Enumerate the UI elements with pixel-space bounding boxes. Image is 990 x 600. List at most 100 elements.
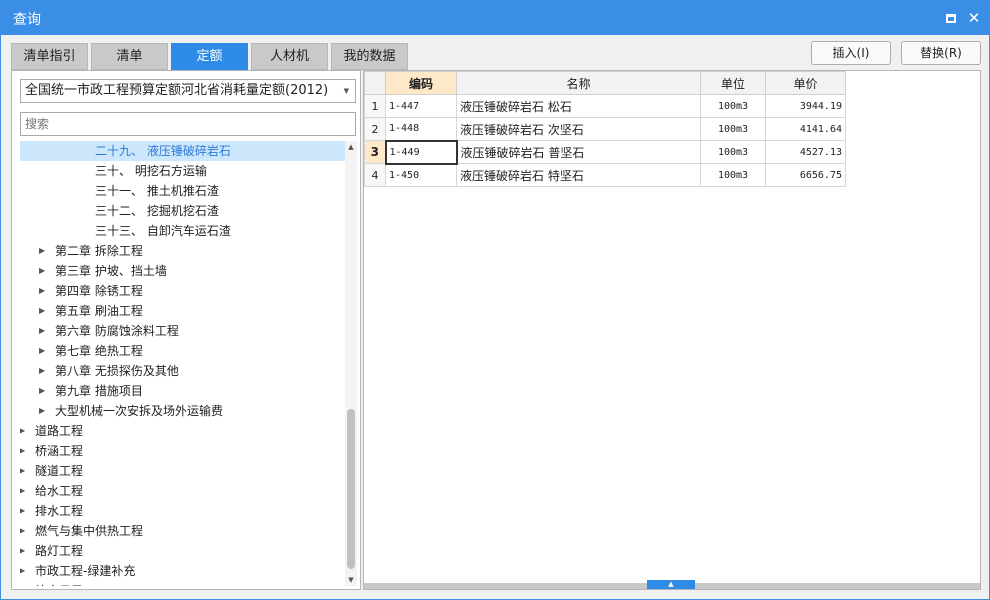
tree-item-label: 第五章 刷油工程 — [55, 304, 143, 318]
header-price[interactable]: 单价 — [765, 71, 846, 95]
tree-item[interactable]: ▶ 第九章 措施项目 — [20, 381, 345, 401]
price-cell[interactable]: 6656.75 — [765, 163, 846, 187]
tree-item[interactable]: ▶ 第三章 护坡、挡土墙 — [20, 261, 345, 281]
expand-caret-icon[interactable]: ▶ — [39, 341, 49, 361]
table-header-row: 编码 名称 单位 单价 — [364, 71, 846, 95]
expand-caret-icon[interactable]: ▶ — [39, 301, 49, 321]
name-cell[interactable]: 液压锤破碎岩石 松石 — [456, 94, 701, 118]
expand-caret-icon[interactable]: ▶ — [20, 521, 29, 541]
tree-item[interactable]: ▶ 第五章 刷油工程 — [20, 301, 345, 321]
tree-item-label: 三十一、 推土机推石渣 — [95, 184, 219, 198]
tree-item[interactable]: 三十三、 自卸汽车运石渣 — [20, 221, 345, 241]
unit-cell[interactable]: 100m3 — [700, 94, 766, 118]
quota-library-select[interactable]: 全国统一市政工程预算定额河北省消耗量定额(2012) ▼ — [20, 79, 356, 103]
scroll-thumb[interactable] — [347, 409, 355, 569]
maximize-icon — [946, 14, 956, 23]
unit-cell[interactable]: 100m3 — [700, 117, 766, 141]
header-row-number — [364, 71, 386, 95]
price-cell[interactable]: 3944.19 — [765, 94, 846, 118]
row-number-cell[interactable]: 1 — [364, 94, 386, 118]
scroll-down-icon[interactable]: ▼ — [345, 574, 357, 586]
tree-item[interactable]: ▶ 排水工程 — [20, 501, 345, 521]
header-code[interactable]: 编码 — [385, 71, 457, 95]
tree-scrollbar[interactable]: ▲ ▼ — [345, 141, 357, 586]
expand-caret-icon[interactable]: ▶ — [39, 401, 49, 421]
tree-item[interactable]: ▶ 第七章 绝热工程 — [20, 341, 345, 361]
tree-item[interactable]: ▶ 第二章 拆除工程 — [20, 241, 345, 261]
tree-item[interactable]: 二十九、 液压锤破碎岩石 — [20, 141, 345, 161]
expand-caret-icon[interactable]: ▶ — [39, 381, 49, 401]
expand-caret-icon[interactable]: ▶ — [39, 321, 49, 341]
price-cell[interactable]: 4527.13 — [765, 140, 846, 164]
scroll-up-icon[interactable]: ▲ — [345, 141, 357, 153]
unit-cell[interactable]: 100m3 — [700, 163, 766, 187]
grid-splitter[interactable]: ▲ — [364, 580, 980, 589]
unit-cell[interactable]: 100m3 — [700, 140, 766, 164]
expand-caret-icon[interactable]: ▶ — [20, 461, 29, 481]
name-cell[interactable]: 液压锤破碎岩石 次坚石 — [456, 117, 701, 141]
tree-item[interactable]: ▶ 隧道工程 — [20, 461, 345, 481]
maximize-button[interactable] — [941, 8, 961, 28]
tree-item[interactable]: ▶ 燃气与集中供热工程 — [20, 521, 345, 541]
expand-caret-icon[interactable]: ▶ — [20, 541, 29, 561]
name-cell[interactable]: 液压锤破碎岩石 特坚石 — [456, 163, 701, 187]
expand-caret-icon[interactable]: ▶ — [20, 581, 29, 586]
chevron-down-icon: ▼ — [343, 87, 349, 95]
tree-item[interactable]: ▶ 给水工程 — [20, 481, 345, 501]
header-name[interactable]: 名称 — [456, 71, 701, 95]
tree-item-label: 给水工程 — [35, 484, 84, 498]
tree-item[interactable]: ▶ 市政工程-绿建补充 — [20, 561, 345, 581]
row-number-cell[interactable]: 4 — [364, 163, 386, 187]
tree-item[interactable]: 三十、 明挖石方运输 — [20, 161, 345, 181]
tab-bill[interactable]: 清单 — [91, 43, 168, 70]
expand-caret-icon[interactable]: ▶ — [20, 481, 29, 501]
code-cell[interactable]: 1-450 — [385, 163, 457, 187]
tree-item[interactable]: 三十二、 挖掘机挖石渣 — [20, 201, 345, 221]
code-cell[interactable]: 1-447 — [385, 94, 457, 118]
tree-item[interactable]: ▶ 桥涵工程 — [20, 441, 345, 461]
expand-caret-icon[interactable]: ▶ — [39, 281, 49, 301]
expand-caret-icon[interactable]: ▶ — [39, 261, 49, 281]
replace-button[interactable]: 替换(R) — [901, 41, 981, 65]
close-button[interactable]: ✕ — [964, 8, 984, 28]
name-cell[interactable]: 液压锤破碎岩石 普坚石 — [456, 140, 701, 164]
tab-labor-material-machine[interactable]: 人材机 — [251, 43, 328, 70]
table-row[interactable]: 3 1-449 液压锤破碎岩石 普坚石 100m3 4527.13 — [364, 139, 846, 165]
tree-item[interactable]: ▶ 第六章 防腐蚀涂料工程 — [20, 321, 345, 341]
table-row[interactable]: 1 1-447 液压锤破碎岩石 松石 100m3 3944.19 — [364, 94, 846, 118]
code-cell[interactable]: 1-449 — [384, 139, 458, 165]
tree-item[interactable]: ▶ 路灯工程 — [20, 541, 345, 561]
tab-bill-guide[interactable]: 清单指引 — [11, 43, 88, 70]
expand-caret-icon[interactable]: ▶ — [20, 501, 29, 521]
row-number-cell[interactable]: 3 — [364, 140, 386, 164]
quota-tree-panel: 全国统一市政工程预算定额河北省消耗量定额(2012) ▼ 二十九、 液压锤破碎岩… — [11, 70, 361, 590]
tree-item-label: 第八章 无损探伤及其他 — [55, 364, 179, 378]
title-bar: 查询 ✕ — [1, 1, 989, 35]
expand-caret-icon[interactable]: ▶ — [39, 241, 49, 261]
expand-caret-icon[interactable]: ▶ — [20, 441, 29, 461]
expand-caret-icon[interactable]: ▶ — [39, 361, 49, 381]
table-row[interactable]: 2 1-448 液压锤破碎岩石 次坚石 100m3 4141.64 — [364, 117, 846, 141]
code-cell[interactable]: 1-448 — [385, 117, 457, 141]
expand-caret-icon[interactable]: ▶ — [20, 421, 29, 441]
tab-quota[interactable]: 定额 — [171, 43, 248, 70]
collapse-up-icon[interactable]: ▲ — [647, 580, 695, 589]
row-number-cell[interactable]: 2 — [364, 117, 386, 141]
tree-item[interactable]: ▶ 大型机械一次安拆及场外运输费 — [20, 401, 345, 421]
tree-item-label: 路灯工程 — [35, 544, 84, 558]
tree-item[interactable]: ▶ 补充子目 — [20, 581, 345, 586]
tree-item[interactable]: ▶ 道路工程 — [20, 421, 345, 441]
insert-button[interactable]: 插入(I) — [811, 41, 891, 65]
tree-item-label: 第六章 防腐蚀涂料工程 — [55, 324, 179, 338]
tree-item-label: 第九章 措施项目 — [55, 384, 143, 398]
quota-table: 编码 名称 单位 单价 1 1-447 液压锤破碎岩石 松石 100m3 3944.19… — [364, 71, 846, 187]
tree-item[interactable]: ▶ 第四章 除锈工程 — [20, 281, 345, 301]
expand-caret-icon[interactable]: ▶ — [20, 561, 29, 581]
tree-item[interactable]: 三十一、 推土机推石渣 — [20, 181, 345, 201]
price-cell[interactable]: 4141.64 — [765, 117, 846, 141]
table-row[interactable]: 4 1-450 液压锤破碎岩石 特坚石 100m3 6656.75 — [364, 163, 846, 187]
search-input[interactable] — [20, 112, 356, 136]
header-unit[interactable]: 单位 — [700, 71, 766, 95]
tab-my-data[interactable]: 我的数据 — [331, 43, 408, 70]
tree-item[interactable]: ▶ 第八章 无损探伤及其他 — [20, 361, 345, 381]
